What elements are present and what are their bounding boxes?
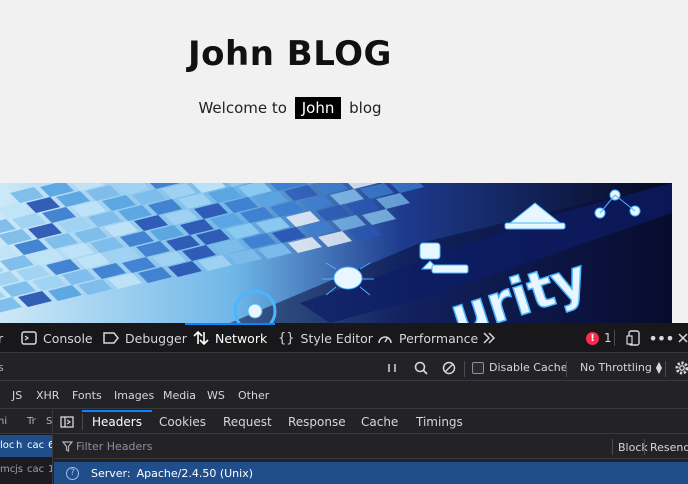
- filter-headers-input[interactable]: Filter Headers: [76, 440, 153, 453]
- divider: [614, 330, 615, 346]
- filter-urls-fragment: s: [0, 361, 4, 374]
- tab-response[interactable]: Response: [288, 410, 346, 434]
- filter-media[interactable]: Media: [163, 382, 196, 409]
- block-button[interactable]: Block: [612, 439, 648, 455]
- resend-button[interactable]: Resend: [644, 439, 688, 455]
- pause-icon[interactable]: [386, 354, 398, 381]
- tab-inspector[interactable]: r: [0, 323, 3, 353]
- tab-debugger[interactable]: Debugger: [103, 323, 187, 353]
- filter-js[interactable]: JS: [12, 382, 22, 409]
- tab-timings[interactable]: Timings: [416, 410, 463, 434]
- column-header[interactable]: Tr: [27, 416, 36, 427]
- tab-console[interactable]: Console: [21, 323, 93, 353]
- response-header-row[interactable]: ? Server: Apache/2.4.50 (Unix): [54, 462, 688, 484]
- error-count: 1: [604, 331, 612, 345]
- filter-ws[interactable]: WS: [207, 382, 225, 409]
- table-cell: cac: [27, 464, 45, 475]
- filter-headers-bar: Filter Headers Block Resend: [54, 435, 688, 459]
- details-tabbar: Headers Cookies Request Response Cache T…: [54, 410, 688, 434]
- tab-label: Debugger: [125, 330, 187, 346]
- request-list: hi Tr S loc h cac 6 mc js cac 1: [0, 410, 53, 484]
- welcome-line: Welcome to John blog: [0, 97, 580, 119]
- tab-label: Style Editor: [300, 330, 373, 346]
- table-cell: 6: [48, 440, 52, 451]
- blog-title: John BLOG: [188, 34, 392, 74]
- tab-network[interactable]: Network: [184, 323, 276, 353]
- error-icon: !: [586, 331, 599, 345]
- network-toolbar: s Disable Cache No Throttling ▲ ▼: [0, 354, 688, 381]
- clear-icon[interactable]: [442, 354, 456, 381]
- disable-cache-label: Disable Cache: [489, 361, 568, 374]
- table-cell: mc: [0, 464, 16, 475]
- divider: [82, 414, 83, 430]
- security-banner-image: urity: [0, 183, 672, 323]
- settings-gear-icon[interactable]: [674, 354, 688, 381]
- table-row[interactable]: mc js cac 1: [0, 459, 52, 481]
- divider: [566, 361, 567, 377]
- checkbox-box: [472, 361, 484, 374]
- welcome-suffix: blog: [349, 99, 382, 117]
- devtools-tabbar: r Console Debugger Network {} Style Edit…: [0, 323, 688, 353]
- welcome-prefix: Welcome to: [198, 99, 287, 117]
- tab-headers[interactable]: Headers: [82, 410, 152, 434]
- tab-label: Performance: [399, 330, 479, 346]
- debugger-icon: [103, 332, 119, 344]
- filter-xhr[interactable]: XHR: [36, 382, 59, 409]
- tab-style-editor[interactable]: {} Style Editor: [278, 323, 373, 353]
- filter-other[interactable]: Other: [238, 382, 269, 409]
- tab-label: Console: [43, 330, 93, 346]
- web-page: John BLOG Welcome to John blog urity: [0, 0, 688, 323]
- tab-request[interactable]: Request: [223, 410, 272, 434]
- updown-arrows-icon: ▲ ▼: [655, 359, 663, 375]
- more-options-icon[interactable]: •••: [648, 323, 674, 353]
- disable-cache-checkbox[interactable]: Disable Cache: [472, 354, 568, 381]
- close-icon[interactable]: [676, 323, 688, 353]
- toggle-sidebar-icon[interactable]: [60, 410, 74, 434]
- help-icon[interactable]: ?: [66, 466, 79, 480]
- style-editor-icon: {}: [278, 330, 295, 346]
- tab-cookies[interactable]: Cookies: [159, 410, 206, 434]
- throttling-label: No Throttling: [580, 361, 652, 374]
- header-name: Server:: [91, 466, 131, 480]
- welcome-name-highlight: John: [294, 97, 342, 119]
- filter-icon: [62, 441, 73, 452]
- table-cell: 1: [48, 464, 52, 475]
- more-tabs-icon[interactable]: [480, 323, 498, 353]
- request-type-filters: JS XHR Fonts Images Media WS Other: [0, 382, 688, 409]
- table-cell: h: [16, 440, 23, 451]
- filter-images[interactable]: Images: [114, 382, 154, 409]
- throttling-select[interactable]: No Throttling ▲ ▼: [580, 354, 662, 381]
- performance-icon: [378, 336, 392, 344]
- table-cell: js: [15, 464, 23, 475]
- search-icon[interactable]: [414, 354, 428, 381]
- table-cell: cac: [27, 440, 45, 451]
- console-icon: [21, 331, 37, 345]
- request-details-panel: Headers Cookies Request Response Cache T…: [54, 410, 688, 484]
- divider: [665, 361, 666, 377]
- column-header[interactable]: S: [46, 416, 52, 427]
- error-count-badge[interactable]: ! 1: [586, 323, 612, 353]
- filter-fonts[interactable]: Fonts: [72, 382, 102, 409]
- devtools-panel: r Console Debugger Network {} Style Edit…: [0, 323, 688, 484]
- tab-cache[interactable]: Cache: [361, 410, 398, 434]
- tab-performance[interactable]: Performance: [377, 323, 478, 353]
- request-list-header: hi Tr S: [0, 410, 52, 434]
- tab-label: Network: [215, 330, 268, 346]
- header-value: Apache/2.4.50 (Unix): [136, 466, 253, 480]
- tab-label: r: [0, 330, 4, 346]
- table-row[interactable]: loc h cac 6: [0, 435, 52, 457]
- responsive-design-icon[interactable]: [624, 323, 644, 353]
- column-header[interactable]: hi: [0, 416, 7, 427]
- divider: [464, 361, 465, 377]
- network-icon: [193, 331, 209, 345]
- table-cell: loc: [0, 440, 15, 451]
